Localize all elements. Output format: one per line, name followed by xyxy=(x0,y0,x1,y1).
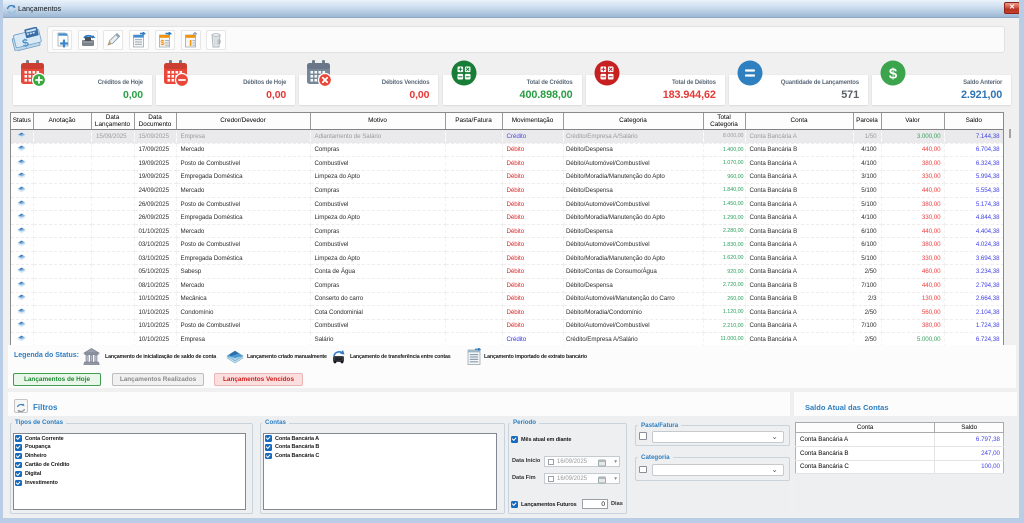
svg-text:$: $ xyxy=(889,66,898,83)
svg-text:9: 9 xyxy=(218,40,222,46)
